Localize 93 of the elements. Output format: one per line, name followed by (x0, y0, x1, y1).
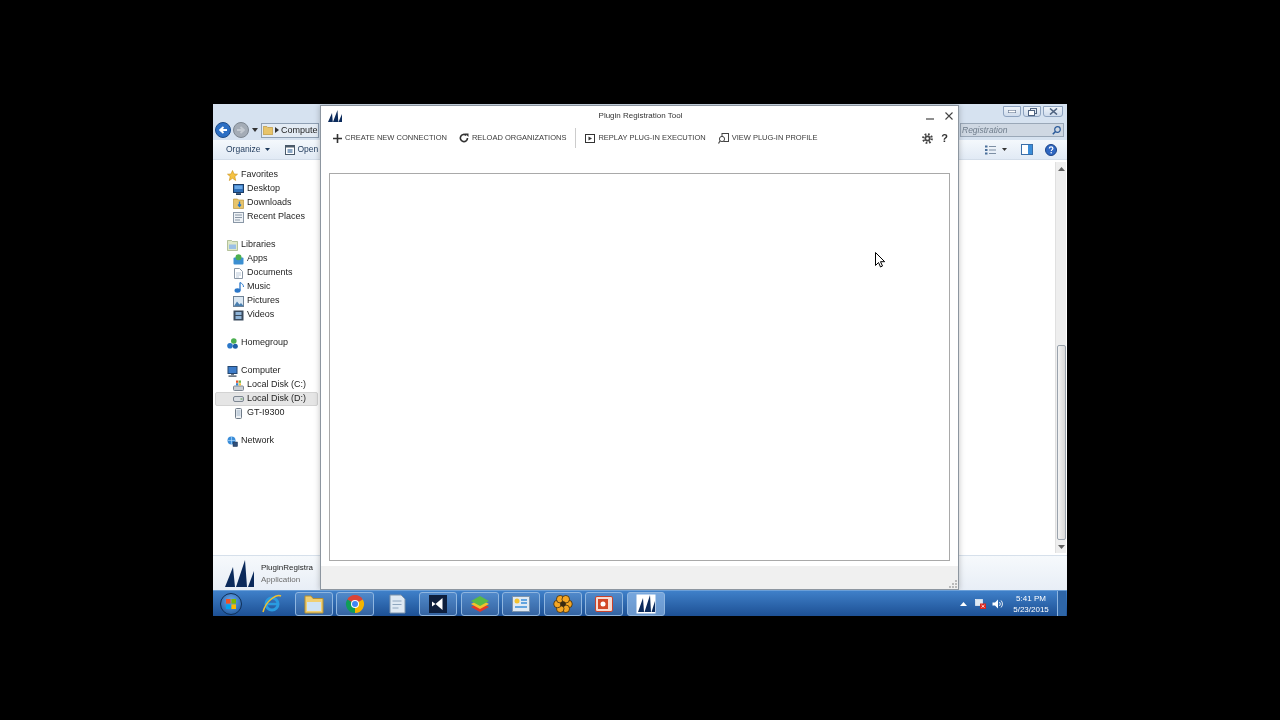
drive-icon (233, 396, 244, 402)
scroll-down-icon[interactable] (1057, 544, 1065, 549)
nav-item[interactable]: Libraries (215, 238, 318, 252)
nav-item[interactable]: Videos (215, 308, 318, 322)
breadcrumb-item[interactable]: Compute (281, 125, 318, 135)
monitor-icon (233, 183, 244, 195)
preview-pane-icon[interactable] (1021, 144, 1033, 155)
nav-item[interactable]: Computer (215, 364, 318, 378)
refresh-icon (458, 133, 469, 143)
presentation-icon (594, 593, 614, 614)
arrow-right-icon (237, 126, 245, 134)
back-button[interactable] (215, 122, 231, 138)
dropdown-caret-icon[interactable] (252, 128, 258, 132)
resize-grip-icon[interactable] (949, 580, 957, 588)
window-title: Plugin Registration Tool (598, 110, 683, 122)
computer-icon (227, 365, 238, 377)
file-name: PluginRegistra (261, 562, 314, 572)
up-arrow-icon[interactable] (960, 601, 967, 606)
window-list-icon (233, 211, 244, 223)
library-folder-icon (227, 239, 238, 251)
peaks-logo-icon (635, 593, 656, 614)
file-type: Application (261, 574, 302, 584)
help-button[interactable]: ? (941, 132, 948, 144)
scrollbar-thumb[interactable] (1056, 345, 1066, 540)
drive-icon (233, 379, 244, 391)
folder-icon (263, 125, 273, 135)
arrow-left-icon (219, 126, 227, 134)
app-tile-icon (233, 253, 244, 265)
nav-item[interactable]: Favorites (215, 168, 318, 182)
nav-item[interactable]: Local Disk (C:) (215, 378, 318, 392)
nav-item[interactable]: Music (215, 280, 318, 294)
mouse-pointer-icon (875, 252, 886, 268)
dropdown-caret-icon[interactable] (1002, 148, 1007, 151)
magnifier-page-icon (717, 132, 729, 144)
close-icon (1048, 108, 1058, 115)
folder-arrow-icon (233, 197, 244, 209)
e-orbit-icon (262, 593, 282, 614)
flower-icon (552, 593, 573, 614)
settings-icon[interactable] (922, 132, 934, 144)
taskbar-button[interactable] (626, 591, 665, 616)
music-note-icon (233, 281, 244, 293)
peaks-logo-icon (328, 110, 342, 122)
search-field[interactable]: Registration (960, 123, 1064, 137)
nav-item[interactable]: Downloads (215, 196, 318, 210)
ball-cluster-icon (227, 337, 238, 349)
start-button[interactable] (220, 592, 242, 615)
nav-item[interactable]: Homegroup (215, 336, 318, 350)
stacked-layers-icon (469, 593, 490, 614)
folder-icon (303, 593, 324, 614)
close-button[interactable] (1043, 106, 1063, 117)
breadcrumb-arrow-icon[interactable] (275, 127, 279, 133)
picture-icon (233, 295, 244, 307)
scroll-up-icon[interactable] (1057, 166, 1065, 171)
phone-icon (235, 407, 242, 419)
nav-item[interactable]: GT-I9300 (215, 406, 318, 420)
show-desktop-button[interactable] (1057, 591, 1066, 616)
list-view-icon[interactable] (985, 144, 996, 155)
tricolor-circle-icon (345, 593, 365, 614)
bow-tile-icon (428, 593, 448, 614)
four-pane-logo-icon (226, 598, 236, 609)
help-icon[interactable] (1045, 143, 1057, 156)
restore-icon (1027, 107, 1037, 116)
taskbar-button[interactable] (419, 591, 457, 616)
clock-date[interactable]: 5/23/2015 (1013, 603, 1049, 615)
nav-item[interactable]: Desktop (215, 182, 318, 196)
nav-item[interactable]: Documents (215, 266, 318, 280)
nav-item[interactable]: Pictures (215, 294, 318, 308)
minimize-button[interactable] (1003, 106, 1021, 117)
window-icon (284, 144, 295, 155)
plus-icon (333, 133, 342, 143)
close-icon[interactable] (945, 112, 953, 120)
peaks-logo-icon (224, 559, 254, 587)
clock-time[interactable]: 5:41 PM (1016, 592, 1046, 604)
film-icon (233, 309, 244, 321)
search-icon[interactable] (1052, 125, 1061, 135)
address-bar[interactable]: Compute (261, 122, 319, 138)
notepad-icon (386, 593, 407, 614)
play-box-icon (585, 133, 596, 143)
caret-icon (264, 148, 270, 151)
open-button[interactable]: Open (282, 141, 319, 158)
star-icon (227, 169, 238, 181)
nav-item[interactable]: Local Disk (D:) (215, 392, 318, 406)
nav-item[interactable]: Recent Places (215, 210, 318, 224)
panel-window-icon (511, 593, 531, 614)
nav-item[interactable]: Network (215, 434, 318, 448)
globe-monitor-icon (227, 435, 238, 447)
restore-button[interactable] (1023, 106, 1041, 117)
document-icon (233, 267, 244, 279)
organize-menu[interactable]: Organize (224, 141, 272, 158)
nav-item[interactable]: Apps (215, 252, 318, 266)
alert-flag-icon[interactable] (975, 598, 986, 609)
speaker-icon[interactable] (992, 598, 1003, 609)
minimize-icon (1008, 110, 1016, 113)
